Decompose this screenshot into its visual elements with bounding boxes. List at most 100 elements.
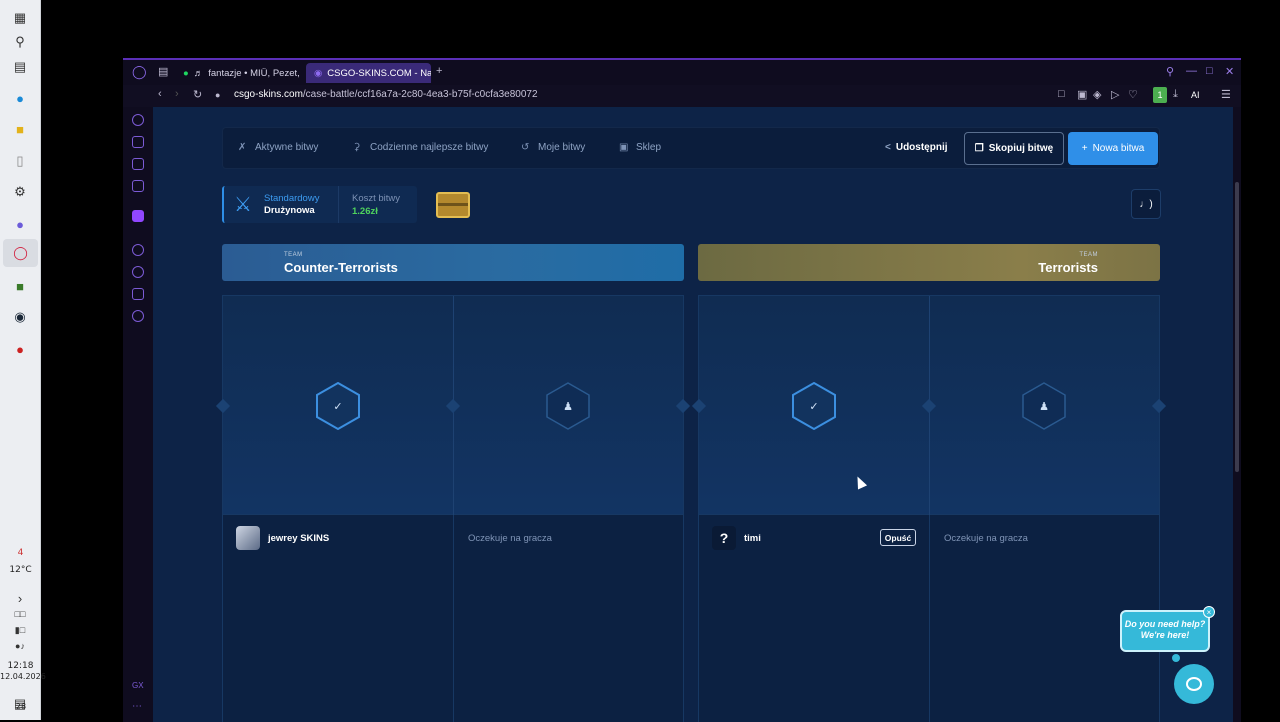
divider [929,515,930,561]
menu-icon[interactable]: ☰ [1221,88,1231,101]
opera-menu-icon[interactable]: ◯ [132,64,147,80]
cost-value: 1.26zł [352,206,378,217]
divider-diamond [921,398,937,414]
team-tag: TEAM [1079,252,1098,258]
case-image[interactable] [436,192,470,218]
help-bubble[interactable]: Do you need help? We're here! [1120,610,1210,652]
tab-spotify[interactable]: ● ♬ fantazje • MIÜ, Pezet, [175,63,303,83]
url-field[interactable]: csgo-skins.com/case-battle/ccf16a7a-2c80… [234,89,538,100]
minimize-icon[interactable]: — [1186,65,1197,77]
file-explorer-icon[interactable]: ■ [10,119,30,139]
minecraft-icon[interactable]: ■ [10,276,30,296]
opera-gx-icon[interactable]: ◯ [3,239,38,267]
speed-dial-icon[interactable] [132,114,144,126]
divider [929,561,930,722]
team-name: Counter-Terrorists [284,260,398,275]
close-icon[interactable]: × [1203,606,1215,618]
ct-player-row: jewrey SKINS Oczekuje na gracza [222,515,684,561]
play-icon[interactable]: ▷ [1111,88,1119,101]
nav-my-battles[interactable]: ↺ Moje bitwy [521,142,585,153]
search-tabs-icon[interactable]: ⚲ [1166,65,1174,78]
team-name: Terrorists [1038,260,1098,275]
windows-start-icon[interactable]: ▦ [10,8,30,28]
new-battle-button[interactable]: + Nowa bitwa [1068,132,1158,165]
plus-icon: + [1081,143,1088,154]
tab-bar: ◯ ▤ ● ♬ fantazje • MIÜ, Pezet, ◉ CSGO-SK… [123,60,1241,85]
messenger-icon[interactable] [132,180,144,192]
steam-icon[interactable]: ◉ [10,307,30,327]
divider-diamond [691,398,707,414]
divider-diamond [1151,398,1167,414]
extension-icon[interactable]: 1 [1153,87,1167,103]
app-icon[interactable]: ● [10,339,30,359]
weather-badge: 4 [17,548,24,558]
scrollbar[interactable] [1233,107,1241,722]
check-icon: ✓ [333,400,343,413]
back-icon[interactable]: ‹ [158,88,162,100]
player-icon[interactable] [132,244,144,256]
address-bar: ‹ › ↻ ● csgo-skins.com/case-battle/ccf16… [123,85,1241,107]
copy-icon: ❐ [974,143,984,154]
cost-label: Koszt bitwy [352,193,401,204]
browser-sidebar: GX ⋯ [123,107,153,722]
share-button[interactable]: < Udostępnij [885,142,948,153]
reload-icon[interactable]: ↻ [193,88,202,101]
gx-control-icon[interactable] [132,158,144,170]
chat-button[interactable] [1174,664,1214,704]
ready-hex: ✓ [792,382,836,430]
chat-icon [1186,677,1202,691]
snapshot-icon[interactable]: ▣ [1077,88,1087,101]
share-icon: < [885,142,891,153]
nav-active-battles[interactable]: ✗ Aktywne bitwy [238,142,318,153]
empty-slot-hex[interactable]: ♟ [1022,382,1066,430]
scrollbar-thumb[interactable] [1235,182,1239,472]
copy-label: Skopiuj bitwę [988,143,1054,154]
check-icon: ✓ [809,400,819,413]
weather-temp[interactable]: 12°C [0,565,41,575]
gx-corner-icon[interactable] [132,136,144,148]
divider-diamond [445,398,461,414]
more-icon[interactable]: ⋯ [132,701,144,713]
divider [453,515,454,561]
gx-logo-icon[interactable]: GX [132,681,144,693]
leave-button[interactable]: Opuść [880,529,916,546]
tab-csgo-skins[interactable]: ◉ CSGO-SKINS.COM - Najle [306,63,431,83]
extensions-icon[interactable] [132,288,144,300]
lock-icon: ● [215,90,221,100]
copy-battle-button[interactable]: ❐ Skopiuj bitwę [964,132,1064,165]
document-icon[interactable]: ▯ [10,151,30,171]
battle-nav: ✗ Aktywne bitwy ⚳ Codzienne najlepsze bitw… [222,127,1160,169]
volume-icon[interactable]: ●♪ [10,636,30,656]
sound-toggle-button[interactable]: ♩) [1131,189,1161,219]
heart-icon[interactable]: ♡ [1128,88,1138,101]
task-view-icon[interactable]: ▤ [10,57,30,77]
empty-slot-hex[interactable]: ♟ [546,382,590,430]
avatar[interactable] [236,526,260,550]
maximize-icon[interactable]: □ [1206,65,1213,77]
nav-shop[interactable]: ▣ Sklep [619,142,661,153]
history-icon[interactable] [132,266,144,278]
close-icon[interactable]: ✕ [1225,65,1234,78]
ai-button[interactable]: AI [1191,90,1200,100]
browser-window: ◯ ▤ ● ♬ fantazje • MIÜ, Pezet, ◉ CSGO-SK… [123,58,1241,722]
new-tab-icon[interactable]: + [436,65,442,77]
forward-icon[interactable]: › [175,88,179,100]
nav-daily-best[interactable]: ⚳ Codzienne najlepsze bitwy [353,142,488,153]
discord-icon[interactable]: ● [10,214,30,234]
search-icon[interactable]: ⚲ [10,32,30,52]
download-icon[interactable]: ⤓ [1173,88,1178,101]
settings-icon[interactable] [132,310,144,322]
edge-icon[interactable]: ● [10,88,30,108]
shield-icon[interactable]: ◈ [1093,88,1101,101]
bookmark-icon[interactable]: □ [1058,88,1065,100]
new-label: Nowa bitwa [1092,143,1145,154]
player-name[interactable]: jewrey SKINS [268,533,329,544]
tab-label: fantazje • MIÜ, Pezet, [208,67,300,79]
trophy-icon: ⚳ [353,142,361,153]
clock-date[interactable]: 12.04.2026 [0,672,46,681]
settings-icon[interactable]: ⚙ [10,182,30,202]
clock-time[interactable]: 12:18 [0,661,41,671]
twitch-icon[interactable] [132,210,144,222]
player-name[interactable]: timi [744,533,761,544]
tab-island-icon[interactable]: ▤ [158,65,168,78]
